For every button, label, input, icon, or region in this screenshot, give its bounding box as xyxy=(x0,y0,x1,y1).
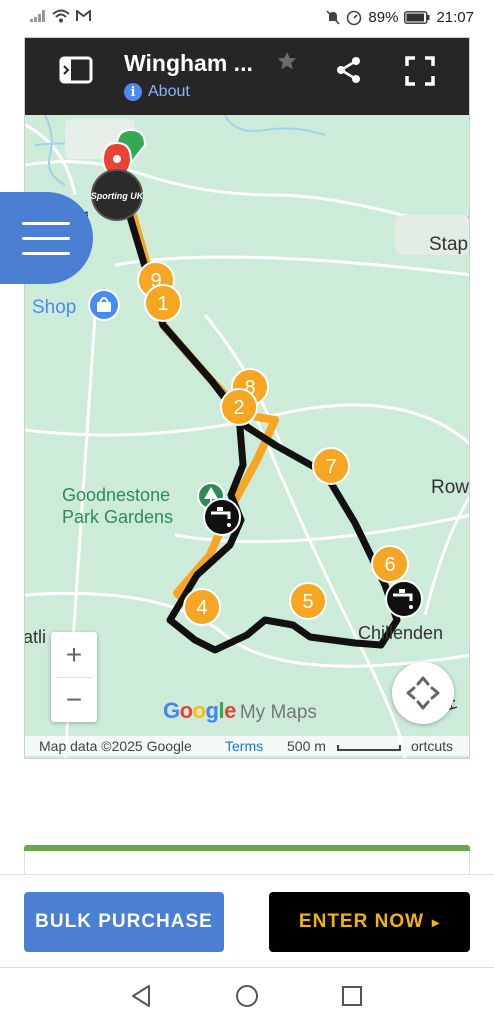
move-icon xyxy=(406,676,440,710)
zoom-in-button[interactable]: + xyxy=(51,632,97,677)
sidebar-toggle-icon[interactable] xyxy=(59,56,93,84)
place-label-row: Row xyxy=(431,477,469,498)
battery-percent: 89% xyxy=(368,9,399,26)
google-wordmark: Google xyxy=(163,698,236,724)
recents-icon[interactable] xyxy=(341,985,363,1007)
menu-icon-line xyxy=(22,222,70,225)
sponsor-logo-text: Sporting UK xyxy=(91,191,145,201)
place-label-atli: atli xyxy=(25,627,46,647)
status-right: 89% 21:07 xyxy=(326,9,474,26)
shortcuts-link[interactable]: ortcuts xyxy=(411,738,453,754)
play-arrow-icon: ▸ xyxy=(432,913,441,930)
route-marker-label: 4 xyxy=(196,597,207,619)
enter-now-button[interactable]: ENTER NOW ▸ xyxy=(269,892,470,952)
my-maps-label: My Maps xyxy=(239,702,317,723)
share-icon[interactable] xyxy=(335,56,363,84)
google-letter: e xyxy=(224,698,236,723)
attribution-bar: Map data ©2025 Google Terms 500 m ortcut… xyxy=(25,736,469,756)
map-header: Wingham ... i About xyxy=(25,38,469,115)
route-marker-4[interactable]: 4 xyxy=(183,588,221,626)
enter-now-label: ENTER NOW xyxy=(298,911,425,932)
route-marker-label: 7 xyxy=(325,456,336,478)
bulk-purchase-button[interactable]: BULK PURCHASE xyxy=(24,892,224,952)
scale-label: 500 m xyxy=(287,738,326,754)
status-left xyxy=(30,9,91,23)
gmail-icon xyxy=(76,10,91,21)
back-icon[interactable] xyxy=(130,984,152,1008)
route-marker-label: 2 xyxy=(233,397,244,419)
map-data-credit: Map data ©2025 Google xyxy=(39,738,192,754)
route-marker-7[interactable]: 7 xyxy=(312,447,350,485)
route-marker-1[interactable]: 1 xyxy=(144,284,182,322)
zoom-out-button[interactable]: − xyxy=(51,677,97,722)
shop-icon[interactable] xyxy=(88,289,120,321)
google-letter: G xyxy=(163,698,180,723)
battery-icon xyxy=(404,11,430,24)
home-icon[interactable] xyxy=(235,984,259,1008)
water-tap-icon[interactable] xyxy=(203,498,241,536)
route-marker-label: 5 xyxy=(302,591,313,613)
place-label-shop: Shop xyxy=(32,297,76,318)
route-marker-label: 6 xyxy=(384,554,395,576)
mute-icon xyxy=(326,10,341,25)
place-label-goodnestone-1: Goodnestone xyxy=(62,485,170,505)
fullscreen-icon[interactable] xyxy=(405,56,435,86)
place-label-stap: Stap xyxy=(429,234,468,255)
info-icon: i xyxy=(124,83,142,101)
about-label: About xyxy=(148,83,190,100)
signal-icon xyxy=(30,10,46,22)
map-title[interactable]: Wingham ... xyxy=(124,50,253,77)
zoom-divider xyxy=(57,677,91,678)
map-embed[interactable]: Wingham ... i About Stap Row Goodnestone… xyxy=(24,37,470,759)
status-bar: 89% 21:07 xyxy=(0,0,494,36)
zoom-control: + − xyxy=(51,632,97,722)
water-tap-icon[interactable] xyxy=(385,580,423,618)
scale-bar xyxy=(337,745,401,751)
google-my-maps-logo: Google My Maps xyxy=(163,698,317,724)
google-letter: o xyxy=(192,698,206,723)
terms-link[interactable]: Terms xyxy=(225,738,263,754)
route-marker-5[interactable]: 5 xyxy=(289,582,327,620)
about-link[interactable]: i About xyxy=(124,83,190,101)
route-marker-6[interactable]: 6 xyxy=(371,545,409,583)
route-marker-2[interactable]: 2 xyxy=(220,388,258,426)
place-label-goodnestone-2: Park Gardens xyxy=(62,507,173,527)
menu-button[interactable] xyxy=(0,192,93,284)
menu-icon-line xyxy=(22,252,70,255)
place-label-chillenden: Chillenden xyxy=(358,623,443,643)
action-bar: BULK PURCHASE ENTER NOW ▸ xyxy=(0,874,494,968)
wifi-icon xyxy=(52,9,70,23)
route-marker-label: 1 xyxy=(157,293,168,315)
google-letter: o xyxy=(179,698,193,723)
clock: 21:07 xyxy=(436,9,474,26)
menu-icon-line xyxy=(22,237,70,240)
system-nav-bar xyxy=(0,968,494,1024)
recenter-button[interactable] xyxy=(392,662,454,724)
star-icon[interactable] xyxy=(276,50,298,72)
alarm-icon xyxy=(347,10,362,25)
google-letter: g xyxy=(205,698,219,723)
